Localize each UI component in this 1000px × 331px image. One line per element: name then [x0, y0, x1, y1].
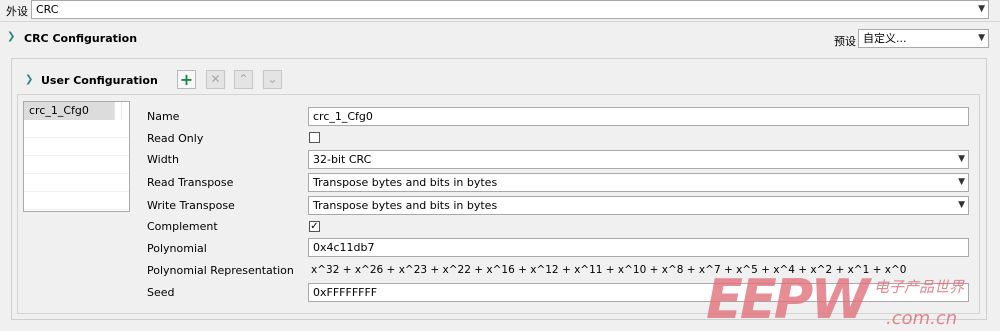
remove-button[interactable]: ✕ [206, 70, 225, 89]
chevron-down-icon: ⌄ [267, 72, 278, 86]
read-transpose-value: Transpose bytes and bits in bytes [313, 176, 498, 189]
polynomial-input[interactable]: 0x4c11db7 [308, 238, 969, 257]
collapse-chevron-icon[interactable]: ❯ [7, 31, 15, 42]
check-icon: ✓ [310, 221, 319, 232]
divider [0, 21, 1000, 22]
chevron-down-icon: ▼ [958, 177, 965, 187]
chevron-up-icon: ⌃ [238, 72, 249, 86]
polynomial-label: Polynomial [147, 242, 207, 255]
width-select[interactable]: 32-bit CRC ▼ [308, 150, 969, 169]
name-label: Name [147, 110, 180, 123]
preset-value: 自定义... [863, 32, 907, 45]
add-button[interactable]: + [177, 70, 196, 89]
chevron-down-icon: ▼ [978, 33, 985, 43]
width-label: Width [147, 153, 179, 166]
peripheral-label: 外设 [6, 5, 28, 18]
read-transpose-label: Read Transpose [147, 176, 234, 189]
write-transpose-select[interactable]: Transpose bytes and bits in bytes ▼ [308, 196, 969, 215]
list-item[interactable]: crc_1_Cfg0 [24, 102, 114, 120]
write-transpose-label: Write Transpose [147, 199, 235, 212]
readonly-label: Read Only [147, 132, 204, 145]
seed-input[interactable]: 0xFFFFFFFF [308, 283, 969, 302]
collapse-chevron-icon[interactable]: ❯ [25, 74, 33, 85]
move-down-button[interactable]: ⌄ [263, 70, 282, 89]
preset-select[interactable]: 自定义... ▼ [858, 29, 989, 48]
close-icon: ✕ [210, 72, 221, 86]
width-value: 32-bit CRC [313, 153, 372, 166]
chevron-down-icon: ▼ [958, 200, 965, 210]
chevron-down-icon: ▼ [958, 154, 965, 164]
peripheral-select[interactable]: CRC ▼ [31, 0, 989, 19]
config-list[interactable]: crc_1_Cfg0 [23, 101, 130, 212]
poly-repr-label: Polynomial Representation [147, 264, 294, 277]
move-up-button[interactable]: ⌃ [234, 70, 253, 89]
preset-label: 预设 [834, 35, 856, 48]
peripheral-value: CRC [36, 3, 59, 16]
list-item-label: crc_1_Cfg0 [29, 104, 89, 117]
poly-repr-value: x^32 + x^26 + x^23 + x^22 + x^16 + x^12 … [311, 264, 907, 276]
read-transpose-select[interactable]: Transpose bytes and bits in bytes ▼ [308, 173, 969, 192]
seed-label: Seed [147, 286, 175, 299]
crc-section-title: CRC Configuration [24, 32, 138, 45]
list-grid [24, 120, 129, 211]
chevron-down-icon: ▼ [978, 4, 985, 14]
write-transpose-value: Transpose bytes and bits in bytes [313, 199, 498, 212]
complement-label: Complement [147, 220, 218, 233]
name-input[interactable]: crc_1_Cfg0 [308, 107, 969, 126]
plus-icon: + [179, 70, 194, 89]
complement-checkbox[interactable]: ✓ [309, 221, 320, 232]
readonly-checkbox[interactable] [309, 132, 320, 143]
user-config-title: User Configuration [41, 74, 158, 87]
